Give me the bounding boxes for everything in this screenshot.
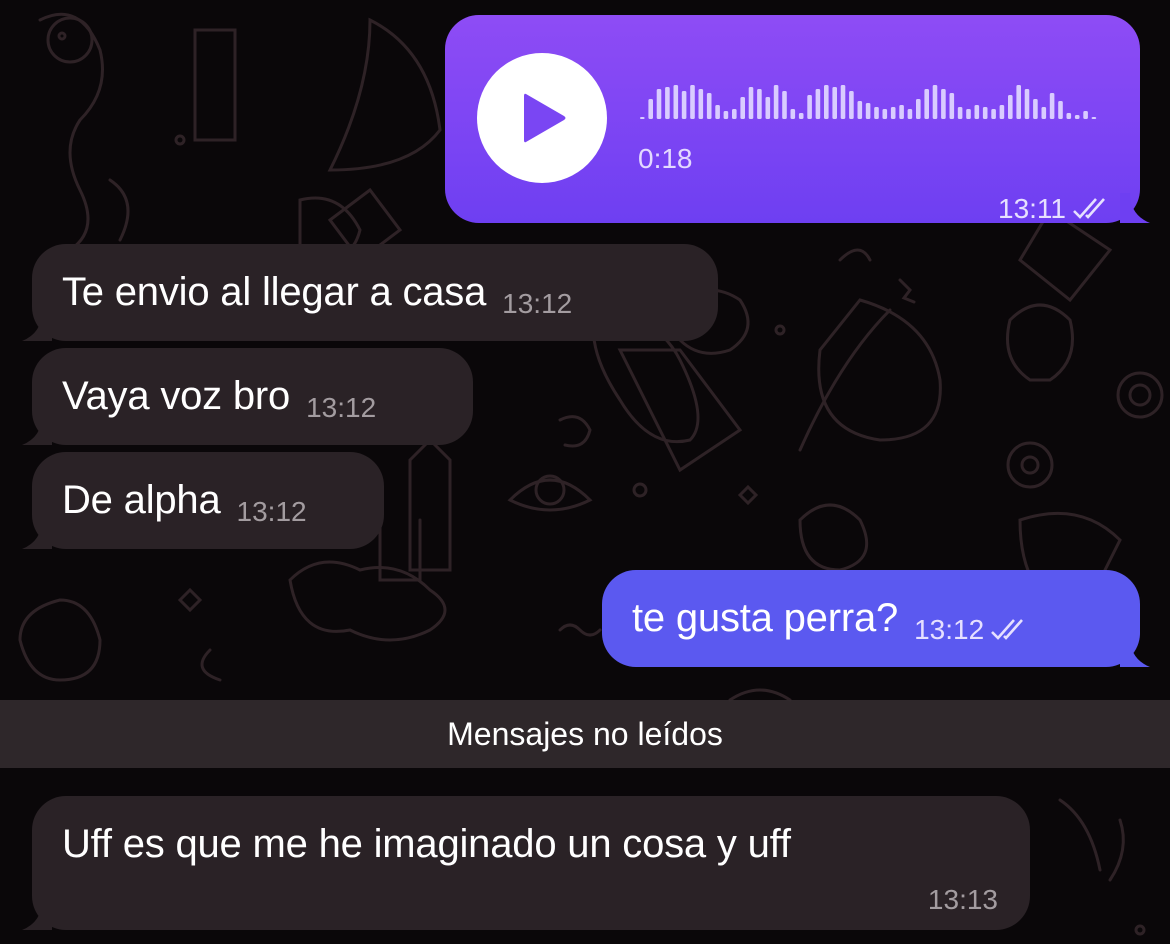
waveform-bar: [640, 117, 645, 119]
message-time: 13:12: [306, 392, 377, 423]
waveform-bar: [890, 107, 896, 119]
message-time: 13:11: [998, 193, 1066, 224]
message-text: Te envio al llegar a casa: [62, 270, 487, 314]
waveform-bar: [790, 109, 796, 119]
waveform-bar: [1083, 111, 1088, 119]
message-time: 13:12: [236, 496, 307, 527]
waveform-bar: [907, 109, 913, 119]
incoming-message[interactable]: Uff es que me he imaginado un cosa y uff…: [22, 796, 1030, 930]
voice-waveform[interactable]: [640, 77, 1100, 119]
message-text: Uff es que me he imaginado un cosa y uff: [62, 822, 791, 866]
waveform-bar: [1091, 117, 1097, 119]
message-time: 13:12: [502, 288, 573, 319]
waveform-bar: [916, 99, 921, 119]
voice-duration: 0:18: [638, 143, 693, 174]
bubble-tail: [22, 415, 52, 445]
waveform-bar: [1066, 113, 1072, 119]
outgoing-message[interactable]: te gusta perra? 13:12: [602, 570, 1150, 667]
waveform-bar: [849, 91, 854, 119]
bubble-tail: [22, 311, 52, 341]
waveform-bar: [765, 97, 771, 119]
unread-divider-label: Mensajes no leídos: [447, 715, 723, 752]
waveform-bar: [748, 87, 754, 119]
play-icon: [524, 93, 566, 143]
incoming-message[interactable]: Vaya voz bro 13:12: [22, 348, 473, 445]
bubble-tail: [22, 900, 52, 930]
unread-messages-divider: Mensajes no leídos: [0, 700, 1170, 768]
waveform-bar: [773, 85, 779, 119]
bubble-tail: [1120, 637, 1150, 667]
incoming-message[interactable]: Te envio al llegar a casa 13:12: [22, 244, 718, 341]
waveform-bar: [924, 89, 929, 119]
waveform-bar: [715, 105, 720, 119]
double-check-icon: [1073, 198, 1105, 219]
waveform-bar: [1049, 93, 1055, 119]
waveform-bar: [732, 109, 737, 119]
waveform-bar: [1041, 107, 1047, 119]
waveform-bar: [757, 89, 762, 119]
waveform-bar: [665, 87, 670, 119]
bubble-tail: [1120, 193, 1150, 223]
waveform-bar: [824, 85, 829, 119]
double-check-icon: [991, 619, 1024, 640]
waveform-bar: [899, 105, 904, 119]
play-button[interactable]: [477, 53, 607, 183]
waveform-bar: [648, 99, 653, 119]
waveform-bar: [949, 93, 955, 119]
message-text: De alpha: [62, 478, 221, 522]
waveform-bar: [698, 89, 704, 119]
waveform-bar: [941, 89, 946, 119]
waveform-bar: [1033, 99, 1038, 119]
message-text: te gusta perra?: [632, 596, 899, 640]
bubble-tail: [22, 519, 52, 549]
waveform-bar: [865, 103, 871, 119]
waveform-bar: [1008, 95, 1013, 119]
message-time: 13:12: [914, 614, 985, 645]
waveform-bar: [882, 109, 888, 119]
waveform-bar: [991, 109, 996, 119]
waveform-bar: [1016, 85, 1021, 119]
message-text: Vaya voz bro: [62, 374, 291, 418]
voice-message-bubble[interactable]: 0:18 13:11: [445, 15, 1150, 225]
waveform-bar: [656, 89, 662, 119]
waveform-bar: [681, 91, 687, 119]
waveform-bar: [1074, 115, 1080, 119]
waveform-bar: [999, 105, 1005, 119]
waveform-bar: [874, 107, 879, 119]
waveform-bar: [815, 89, 821, 119]
waveform-bar: [957, 107, 963, 119]
waveform-bar: [673, 85, 679, 119]
waveform-bar: [974, 105, 980, 119]
waveform-bar: [740, 97, 745, 119]
waveform-bar: [807, 95, 812, 119]
incoming-message[interactable]: De alpha 13:12: [22, 452, 384, 549]
waveform-bar: [857, 101, 863, 119]
message-time: 13:13: [927, 884, 998, 915]
waveform-bar: [782, 91, 787, 119]
waveform-bar: [966, 109, 971, 119]
message-meta: 13:12: [914, 614, 1028, 646]
waveform-bar: [723, 111, 729, 119]
waveform-bar: [840, 85, 846, 119]
message-meta: 13:11: [998, 193, 1110, 225]
waveform-bar: [690, 85, 695, 119]
waveform-bar: [832, 87, 837, 119]
waveform-bar: [706, 93, 712, 119]
waveform-bar: [1024, 89, 1030, 119]
waveform-bar: [798, 113, 804, 119]
waveform-bar: [982, 107, 988, 119]
waveform-bar: [932, 85, 938, 119]
waveform-bar: [1058, 101, 1063, 119]
